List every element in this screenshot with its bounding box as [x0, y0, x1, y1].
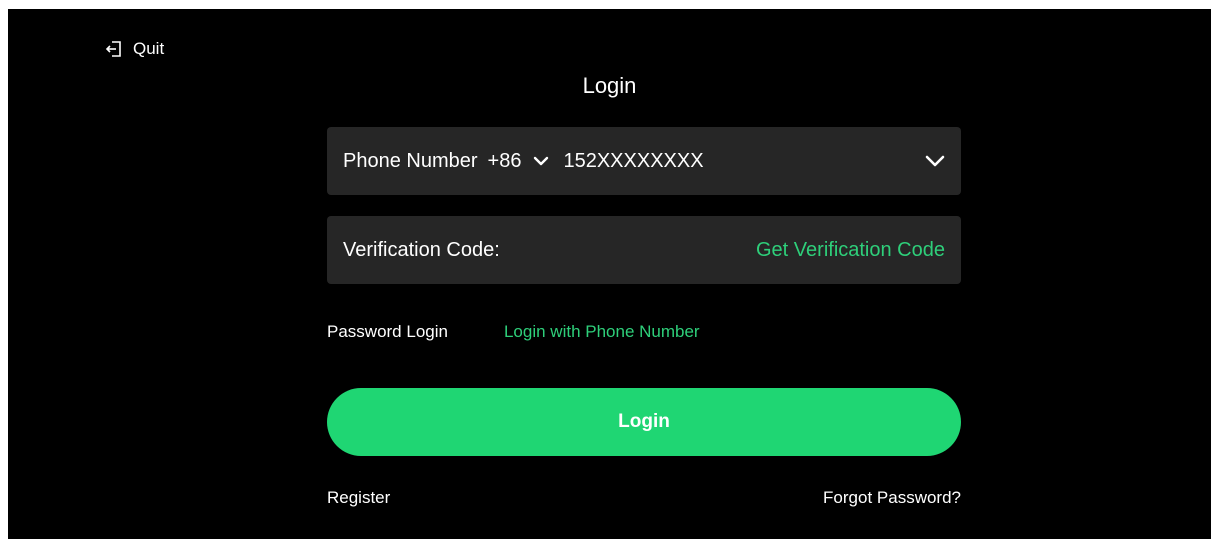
- get-verification-code-link[interactable]: Get Verification Code: [756, 239, 945, 262]
- forgot-password-link[interactable]: Forgot Password?: [823, 488, 961, 508]
- login-mode-switch: Password Login Login with Phone Number: [327, 322, 700, 342]
- register-link[interactable]: Register: [327, 488, 390, 508]
- phone-number-label: Phone Number: [343, 149, 478, 172]
- login-button[interactable]: Login: [327, 388, 961, 456]
- password-login-link[interactable]: Password Login: [327, 322, 448, 342]
- verification-code-field[interactable]: Verification Code: Get Verification Code: [327, 216, 961, 284]
- phone-number-input[interactable]: 152XXXXXXXX: [563, 150, 925, 173]
- chevron-down-icon[interactable]: [925, 155, 945, 167]
- country-code-select[interactable]: +86: [488, 150, 550, 173]
- quit-button[interactable]: Quit: [105, 39, 164, 59]
- phone-login-link[interactable]: Login with Phone Number: [504, 322, 700, 342]
- login-screen: Quit Login Phone Number +86 152XXXXXXXX …: [8, 9, 1211, 539]
- quit-label: Quit: [133, 39, 165, 58]
- phone-number-field[interactable]: Phone Number +86 152XXXXXXXX: [327, 127, 961, 195]
- verification-code-label: Verification Code:: [343, 238, 500, 261]
- footer-links: Register Forgot Password?: [327, 488, 961, 508]
- page-title: Login: [582, 73, 637, 98]
- chevron-down-icon: [521, 156, 549, 166]
- country-code-value: +86: [487, 149, 522, 172]
- logout-icon: [105, 40, 123, 58]
